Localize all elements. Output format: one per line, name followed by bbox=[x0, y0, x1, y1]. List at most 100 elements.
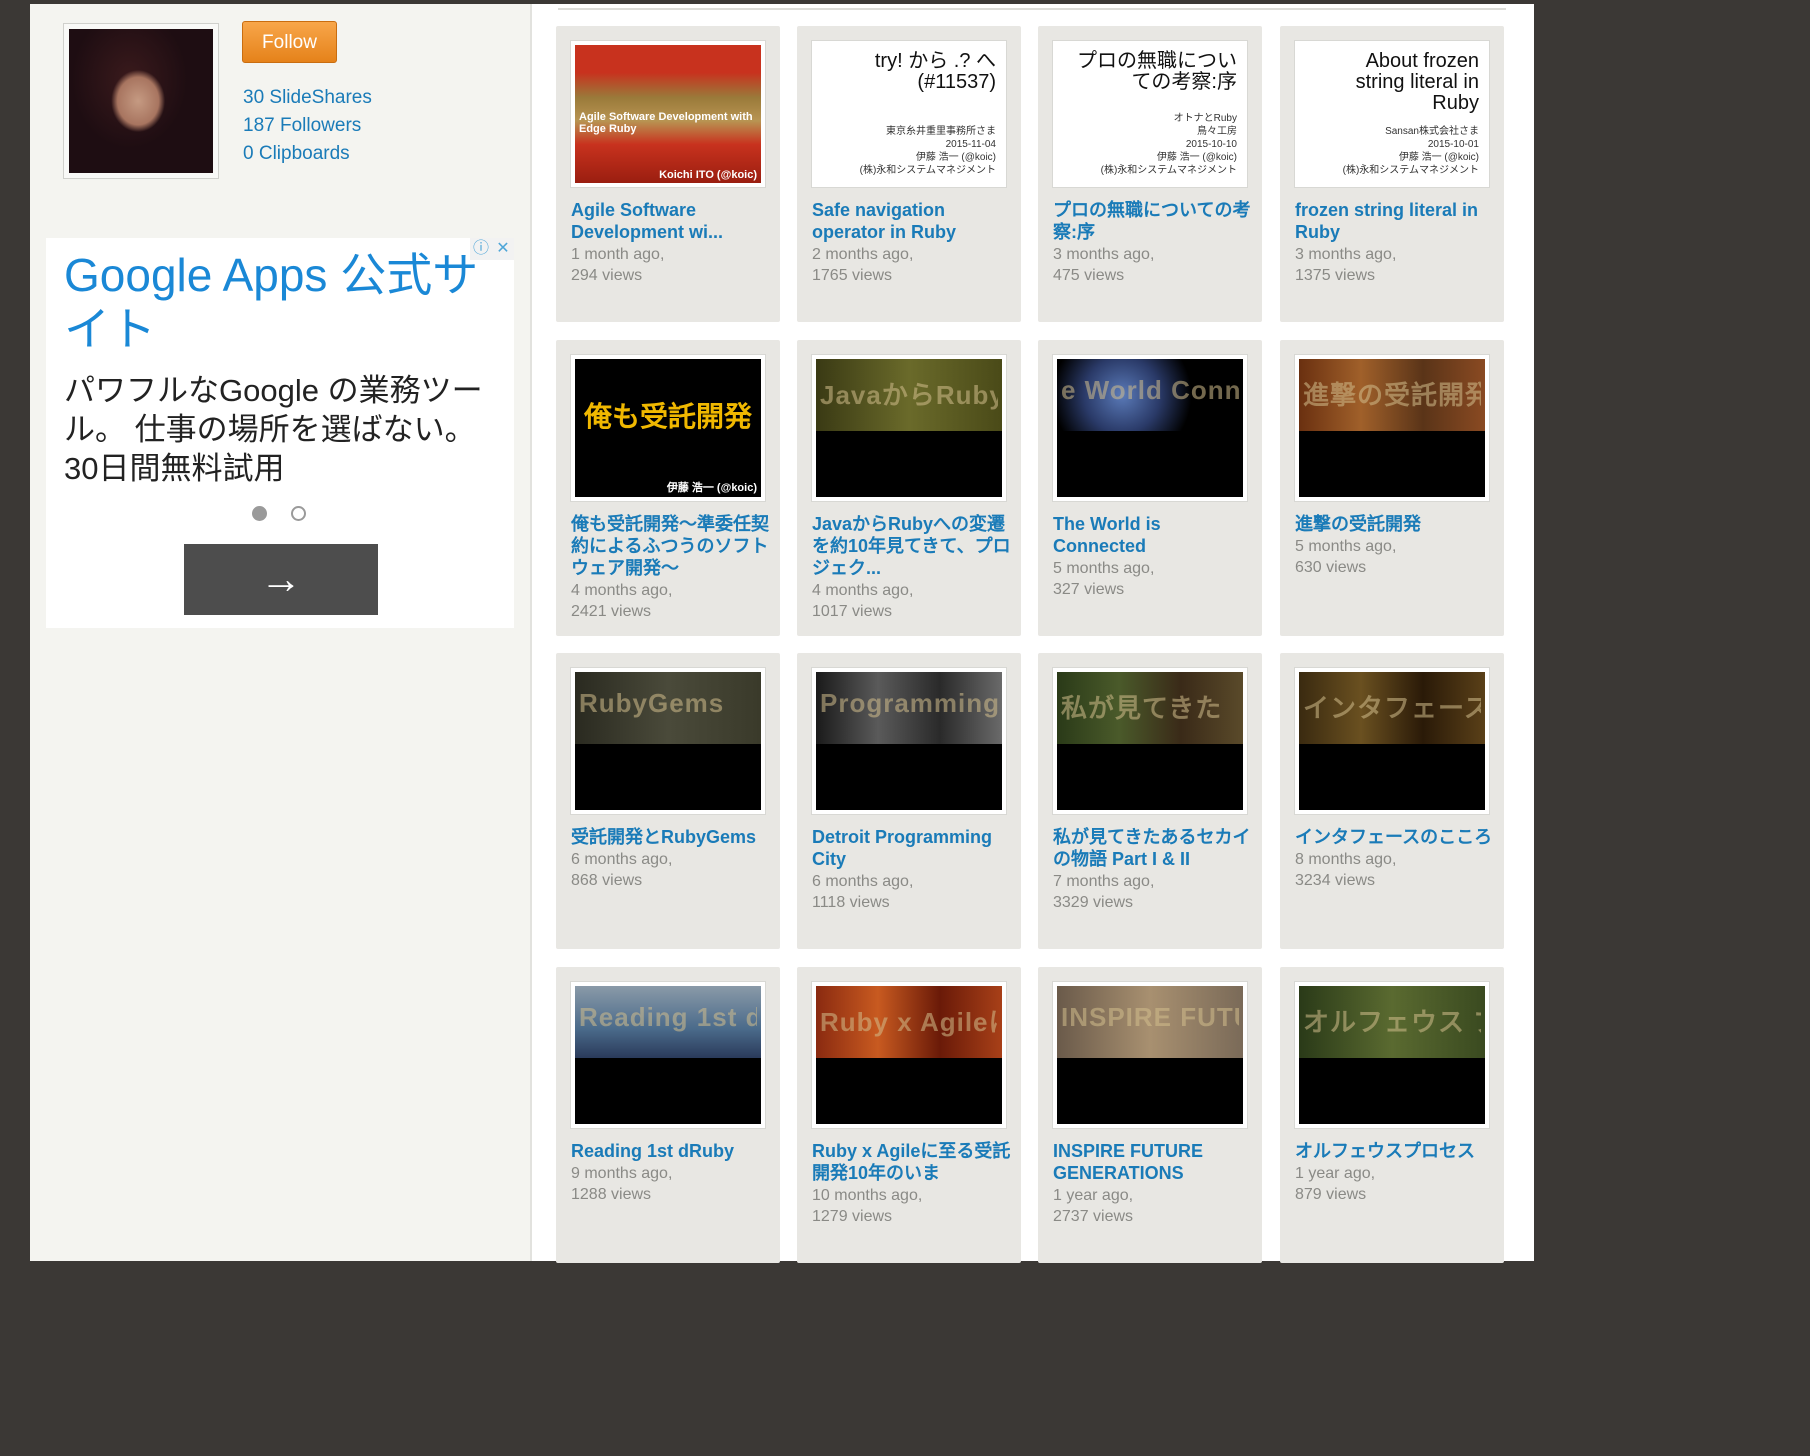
ad-title[interactable]: Google Apps 公式サイト bbox=[64, 248, 484, 356]
slide-views: 294 views bbox=[571, 267, 643, 284]
slide-title-link[interactable]: Reading 1st dRuby bbox=[571, 1140, 771, 1162]
thumbnail-image: About frozen string literal in Ruby Sansa… bbox=[1299, 45, 1485, 183]
slide-age: 6 months ago, bbox=[812, 873, 914, 890]
slide-age: 4 months ago, bbox=[571, 582, 673, 599]
slide-card[interactable]: JavaからRubyへの変 JavaからRubyへの変遷を約10年見てきて、プロジ… bbox=[797, 340, 1021, 636]
slide-subtext: 伊藤 浩一 (@koic) bbox=[666, 482, 757, 494]
thumbnail-image: Agile Software Development with Edge Rub… bbox=[575, 45, 761, 183]
slide-title-link[interactable]: 進撃の受託開発 bbox=[1295, 513, 1495, 535]
slide-age: 3 months ago, bbox=[1053, 246, 1155, 263]
slide-card[interactable]: RubyGems 受託開発とRubyGems 6 months ago, 868 vi… bbox=[556, 653, 780, 949]
slide-card[interactable]: Reading 1st dRuby Reading 1st dRuby 9 mont… bbox=[556, 967, 780, 1263]
slide-title-link[interactable]: JavaからRubyへの変遷を約10年見てきて、プロジェク... bbox=[812, 513, 1012, 579]
slide-views: 2737 views bbox=[1053, 1208, 1134, 1225]
slide-card[interactable]: オルフェウス プロセスオルフェウスプロセス 1 year ago, 879 view… bbox=[1280, 967, 1504, 1263]
slide-thumbnail[interactable]: About frozen string literal in Ruby Sansa… bbox=[1294, 40, 1490, 188]
slide-heading: JavaからRubyへの変 bbox=[820, 380, 998, 410]
slide-title-link[interactable]: 俺も受託開発〜準委任契約によるふつうのソフトウェア開発〜 bbox=[571, 513, 771, 579]
slide-title-link[interactable]: インタフェースのこころ bbox=[1295, 826, 1495, 848]
slide-thumbnail[interactable]: Programming City bbox=[811, 667, 1007, 815]
thumbnail-image: Ruby x Agileに至る bbox=[816, 986, 1002, 1124]
followers-link[interactable]: 187 Followers bbox=[243, 112, 372, 140]
slide-info: Agile Software Development wi... 1 month … bbox=[571, 199, 771, 286]
slide-title-link[interactable]: プロの無職についての考察:序 bbox=[1053, 199, 1253, 243]
pager-dot-active[interactable] bbox=[252, 506, 267, 521]
slide-heading: RubyGems bbox=[579, 688, 725, 718]
slide-age: 1 month ago, bbox=[571, 246, 665, 263]
slide-title-link[interactable]: 受託開発とRubyGems bbox=[571, 826, 771, 848]
slide-title-link[interactable]: Detroit Programming City bbox=[812, 826, 1012, 870]
follow-button[interactable]: Follow bbox=[242, 21, 337, 63]
slide-card[interactable]: try! から .? へ (#11537) 東京糸井重里事務所さま 2015-11… bbox=[797, 26, 1021, 322]
slide-heading: Programming City bbox=[820, 688, 998, 718]
slide-title-link[interactable]: INSPIRE FUTURE GENERATIONS bbox=[1053, 1140, 1253, 1184]
ad-next-button[interactable]: → bbox=[184, 544, 378, 615]
slide-views: 327 views bbox=[1053, 581, 1125, 598]
slide-views: 1765 views bbox=[812, 267, 893, 284]
slide-title-link[interactable]: frozen string literal in Ruby bbox=[1295, 199, 1495, 243]
slide-thumbnail[interactable]: Agile Software Development with Edge Rub… bbox=[570, 40, 766, 188]
slide-card[interactable]: Ruby x Agileに至る Ruby x Agileに至る受託開発10年のいま… bbox=[797, 967, 1021, 1263]
slide-title-link[interactable]: Ruby x Agileに至る受託開発10年のいま bbox=[812, 1140, 1012, 1184]
pager-dot[interactable] bbox=[291, 506, 306, 521]
slide-card[interactable]: 進撃の受託開発 進撃の受託開発 5 months ago, 630 views bbox=[1280, 340, 1504, 636]
slide-card[interactable]: インタフェースのインタフェースのこころ 8 months ago, 3234 vie… bbox=[1280, 653, 1504, 949]
slide-views: 2421 views bbox=[571, 603, 652, 620]
page: Follow 30 SlideShares 187 Followers 0 Cl… bbox=[30, 4, 1534, 1263]
slide-thumbnail[interactable]: 進撃の受託開発 bbox=[1294, 354, 1490, 502]
slide-age: 9 months ago, bbox=[571, 1165, 673, 1182]
slide-image-band: Ruby x Agileに至る bbox=[816, 986, 1002, 1058]
slide-thumbnail[interactable]: 私が見てきた bbox=[1052, 667, 1248, 815]
slide-card[interactable]: プロの無職につい ての考察:序 オトナとRuby 鳥々工房 2015-10-10 … bbox=[1038, 26, 1262, 322]
slide-title-link[interactable]: 私が見てきたあるセカイの物語 Part I & II bbox=[1053, 826, 1253, 870]
slide-thumbnail[interactable]: RubyGems bbox=[570, 667, 766, 815]
slide-thumbnail[interactable]: INSPIRE FUTURE GENERATIONS bbox=[1052, 981, 1248, 1129]
slide-info: INSPIRE FUTURE GENERATIONS 1 year ago, 273… bbox=[1053, 1140, 1253, 1227]
slide-image-band: INSPIRE FUTURE GENERATIONS bbox=[1057, 986, 1243, 1058]
slide-heading: オルフェウス プロセス bbox=[1303, 1007, 1481, 1037]
slide-image-band: オルフェウス プロセス bbox=[1299, 986, 1485, 1058]
slide-thumbnail[interactable]: 俺も受託開発 伊藤 浩一 (@koic) bbox=[570, 354, 766, 502]
ad-panel[interactable]: ⓘ ✕ Google Apps 公式サイト パワフルなGoogle の業務ツール… bbox=[46, 238, 514, 628]
thumbnail-image: オルフェウス プロセス bbox=[1299, 986, 1485, 1124]
slide-thumbnail[interactable]: JavaからRubyへの変 bbox=[811, 354, 1007, 502]
slide-age: 6 months ago, bbox=[571, 851, 673, 868]
thumbnail-image: 俺も受託開発 伊藤 浩一 (@koic) bbox=[575, 359, 761, 497]
slide-thumbnail[interactable]: プロの無職につい ての考察:序 オトナとRuby 鳥々工房 2015-10-10 … bbox=[1052, 40, 1248, 188]
slide-card[interactable]: INSPIRE FUTURE GENERATIONSINSPIRE FUTURE… bbox=[1038, 967, 1262, 1263]
slide-heading: Agile Software Development with Edge Rub… bbox=[579, 111, 753, 135]
slide-thumbnail[interactable]: Ruby x Agileに至る bbox=[811, 981, 1007, 1129]
slide-thumbnail[interactable]: Reading 1st dRuby bbox=[570, 981, 766, 1129]
slide-age: 5 months ago, bbox=[1295, 538, 1397, 555]
avatar[interactable] bbox=[63, 23, 219, 179]
profile-stats: 30 SlideShares 187 Followers 0 Clipboard… bbox=[243, 84, 372, 168]
slide-thumbnail[interactable]: オルフェウス プロセス bbox=[1294, 981, 1490, 1129]
slide-info: Safe navigation operator in Ruby 2 months… bbox=[812, 199, 1012, 286]
slide-title-link[interactable]: Safe navigation operator in Ruby bbox=[812, 199, 1012, 243]
slide-title-link[interactable]: Agile Software Development wi... bbox=[571, 199, 771, 243]
slide-info: 受託開発とRubyGems 6 months ago, 868 views bbox=[571, 826, 771, 891]
slide-thumbnail[interactable]: インタフェースの bbox=[1294, 667, 1490, 815]
thumbnail-image: プロの無職につい ての考察:序 オトナとRuby 鳥々工房 2015-10-10 … bbox=[1057, 45, 1243, 183]
slide-card[interactable]: Agile Software Development with Edge Rub… bbox=[556, 26, 780, 322]
slide-info: JavaからRubyへの変遷を約10年見てきて、プロジェク... 4 months… bbox=[812, 513, 1012, 622]
slide-card[interactable]: About frozen string literal in Ruby Sansa… bbox=[1280, 26, 1504, 322]
thumbnail-image: 私が見てきた bbox=[1057, 672, 1243, 810]
slide-subtext: Koichi ITO (@koic) bbox=[659, 169, 757, 181]
slide-card[interactable]: 私が見てきた 私が見てきたあるセカイの物語 Part I & II 7 months… bbox=[1038, 653, 1262, 949]
slide-heading: 私が見てきた bbox=[1061, 693, 1223, 723]
clipboards-link[interactable]: 0 Clipboards bbox=[243, 140, 372, 168]
close-icon[interactable]: ✕ bbox=[492, 238, 514, 260]
slide-thumbnail[interactable]: try! から .? へ (#11537) 東京糸井重里事務所さま 2015-11… bbox=[811, 40, 1007, 188]
slide-thumbnail[interactable]: e World Connected bbox=[1052, 354, 1248, 502]
slideshares-link[interactable]: 30 SlideShares bbox=[243, 84, 372, 112]
slide-age: 8 months ago, bbox=[1295, 851, 1397, 868]
slide-views: 475 views bbox=[1053, 267, 1125, 284]
slide-views: 868 views bbox=[571, 872, 643, 889]
slide-card[interactable]: 俺も受託開発 伊藤 浩一 (@koic) 俺も受託開発〜準委任契約によるふつうのソフ… bbox=[556, 340, 780, 636]
slide-title-link[interactable]: The World is Connected bbox=[1053, 513, 1253, 557]
slide-title-link[interactable]: オルフェウスプロセス bbox=[1295, 1140, 1495, 1162]
slide-card[interactable]: e World Connected The World is Connected 5… bbox=[1038, 340, 1262, 636]
slide-card[interactable]: Programming City Detroit Programming City… bbox=[797, 653, 1021, 949]
slide-heading: 進撃の受託開発 bbox=[1303, 380, 1481, 410]
